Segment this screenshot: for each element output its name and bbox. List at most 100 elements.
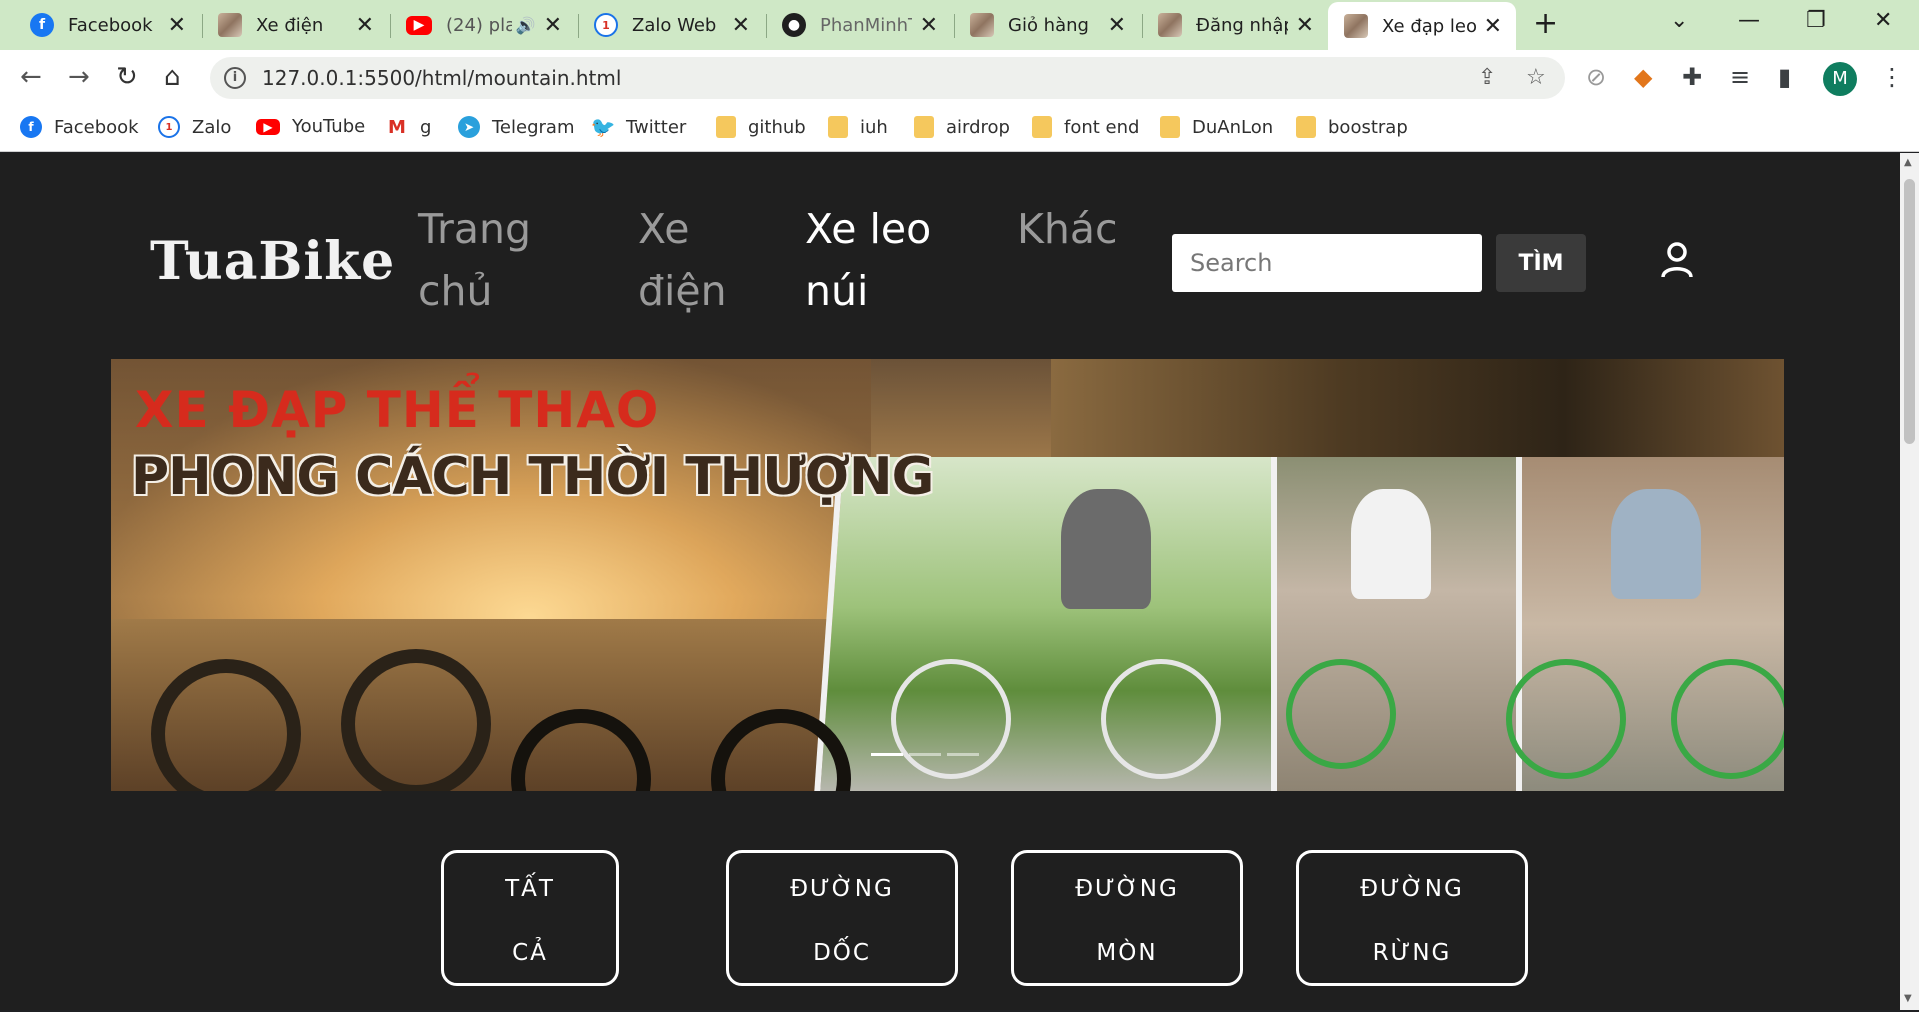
bookmark-twitter[interactable]: 🐦 Twitter — [590, 115, 687, 139]
tab-xe-dien[interactable]: Xe điện ✕ — [192, 4, 388, 46]
bookmark-folder-duanlon[interactable]: DuAnLon — [1160, 116, 1273, 138]
search-button[interactable]: TÌM — [1496, 234, 1586, 292]
side-panel-icon[interactable]: ▮ — [1778, 63, 1791, 91]
tab-dang-nhap[interactable]: Đăng nhập ✕ — [1132, 4, 1328, 46]
close-icon[interactable]: ✕ — [732, 13, 750, 38]
nav-link-xe-leo-nui[interactable]: Xe leo núi — [805, 198, 965, 322]
tab-search-icon[interactable]: ⌄ — [1670, 8, 1688, 33]
close-icon[interactable]: ✕ — [168, 13, 186, 38]
bookmark-folder-font-end[interactable]: font end — [1032, 116, 1139, 138]
gmail-icon: M — [386, 116, 408, 138]
new-tab-button[interactable]: + — [1533, 6, 1558, 41]
close-icon[interactable]: ✕ — [544, 13, 562, 38]
nav-link-khac[interactable]: Khác — [1017, 198, 1177, 260]
url-text[interactable]: 127.0.0.1:5500/html/mountain.html — [262, 66, 621, 90]
folder-icon — [716, 116, 736, 138]
tab-zalo[interactable]: 1 Zalo Web ✕ — [568, 4, 764, 46]
page-scrollbar[interactable]: ▲ ▼ — [1900, 153, 1919, 1010]
bookmark-gmail[interactable]: Mg — [386, 116, 431, 138]
bookmark-label: boostrap — [1328, 116, 1408, 138]
bookmark-star-icon[interactable]: ☆ — [1526, 65, 1546, 90]
bookmark-youtube[interactable]: ▶ YouTube — [256, 116, 365, 137]
metamask-icon[interactable]: ◆ — [1634, 63, 1652, 91]
folder-icon — [1296, 116, 1316, 138]
bookmark-facebook[interactable]: f Facebook — [20, 116, 139, 138]
hero-banner: XE ĐẠP THỂ THAO PHONG CÁCH THỜI THƯỢNG — [111, 359, 1784, 791]
youtube-icon: ▶ — [256, 118, 280, 135]
zalo-icon: 1 — [158, 116, 180, 138]
close-icon[interactable]: ✕ — [1484, 14, 1502, 39]
site-info-icon[interactable]: i — [224, 67, 246, 89]
media-queue-icon[interactable]: ≡ — [1730, 63, 1750, 91]
search-input[interactable] — [1172, 234, 1482, 292]
rider-figure — [1611, 489, 1701, 599]
tab-xe-dap-leo-nui[interactable]: Xe đạp leo ✕ — [1328, 2, 1516, 50]
rider-figure — [1351, 489, 1431, 599]
filter-label-line: CẢ — [512, 940, 548, 966]
filter-label-line: MÒN — [1096, 940, 1158, 966]
close-icon[interactable]: ✕ — [920, 13, 938, 38]
close-icon[interactable]: ✕ — [1296, 13, 1314, 38]
bookmark-label: Twitter — [626, 116, 687, 138]
tab-title: Xe đạp leo — [1382, 15, 1476, 37]
bookmark-folder-github[interactable]: github — [716, 116, 806, 138]
facebook-icon: f — [30, 13, 54, 37]
twitter-icon: 🐦 — [590, 115, 616, 139]
bookmark-folder-boostrap[interactable]: boostrap — [1296, 116, 1408, 138]
close-icon[interactable]: ✕ — [356, 13, 374, 38]
tab-github[interactable]: ● PhanMinhT ✕ — [756, 4, 952, 46]
nav-link-line: Xe leo — [805, 205, 932, 253]
user-icon[interactable] — [1660, 241, 1694, 279]
minimize-button[interactable]: — — [1738, 8, 1760, 33]
profile-avatar[interactable]: M — [1823, 62, 1857, 96]
scroll-up-arrow-icon[interactable]: ▲ — [1904, 157, 1912, 168]
extensions-icon[interactable]: ✚ — [1682, 63, 1702, 91]
filter-label-line: ĐƯỜNG — [1075, 876, 1179, 902]
window-close-button[interactable]: ✕ — [1874, 8, 1892, 33]
filter-button-duong-doc[interactable]: ĐƯỜNG DỐC — [726, 850, 958, 986]
carousel-indicator[interactable] — [909, 753, 941, 756]
speaker-icon[interactable]: 🔊 — [516, 16, 536, 35]
filter-button-duong-mon[interactable]: ĐƯỜNG MÒN — [1011, 850, 1243, 986]
nav-link-trang-chu[interactable]: Trang chủ — [418, 198, 578, 322]
close-icon[interactable]: ✕ — [1108, 13, 1126, 38]
banner-headline: XE ĐẠP THỂ THAO — [135, 381, 660, 439]
bookmark-folder-airdrop[interactable]: airdrop — [914, 116, 1010, 138]
site-logo[interactable]: TuaBike — [150, 231, 395, 292]
scrollbar-thumb[interactable] — [1904, 179, 1915, 444]
bookmark-label: airdrop — [946, 116, 1010, 138]
restore-button[interactable]: ❐ — [1806, 8, 1826, 33]
menu-icon[interactable]: ⋮ — [1880, 63, 1904, 91]
tab-title: Zalo Web — [632, 14, 717, 36]
forward-button[interactable]: → — [68, 62, 90, 92]
folder-icon — [914, 116, 934, 138]
bookmarks-bar: f Facebook 1 Zalo ▶ YouTube Mg ➤ Telegram 🐦 T… — [0, 106, 1919, 152]
carousel-indicator[interactable] — [947, 753, 979, 756]
bookmark-label: DuAnLon — [1192, 116, 1274, 138]
carousel-indicators — [871, 753, 979, 756]
carousel-indicator-active[interactable] — [871, 753, 903, 756]
bookmark-zalo[interactable]: 1 Zalo — [158, 116, 231, 138]
nav-link-line: Khác — [1017, 205, 1118, 253]
back-button[interactable]: ← — [20, 62, 42, 92]
tab-title: Đăng nhập — [1196, 14, 1288, 36]
filter-label-line: ĐƯỜNG — [790, 876, 894, 902]
bookmark-label: g — [420, 116, 432, 138]
share-icon[interactable]: ⇪ — [1478, 65, 1496, 90]
address-bar[interactable]: i 127.0.0.1:5500/html/mountain.html ⇪ ☆ — [210, 57, 1565, 99]
bookmark-folder-iuh[interactable]: iuh — [828, 116, 888, 138]
tab-youtube[interactable]: ▶ (24) pla 🔊 ✕ — [380, 4, 576, 46]
tab-facebook[interactable]: f Facebook ✕ — [4, 4, 200, 46]
filter-button-tat-ca[interactable]: TẤT CẢ — [441, 850, 619, 986]
site-favicon-icon — [970, 13, 994, 37]
home-button[interactable]: ⌂ — [164, 62, 181, 92]
reload-button[interactable]: ↻ — [116, 62, 138, 92]
filter-button-duong-rung[interactable]: ĐƯỜNG RỪNG — [1296, 850, 1528, 986]
bookmark-telegram[interactable]: ➤ Telegram — [458, 116, 574, 138]
youtube-icon: ▶ — [406, 15, 432, 35]
compass-icon[interactable]: ⊘ — [1586, 63, 1606, 91]
scroll-down-arrow-icon[interactable]: ▼ — [1904, 993, 1912, 1004]
tab-gio-hang[interactable]: Giỏ hàng ✕ — [944, 4, 1140, 46]
nav-link-xe-dien[interactable]: Xe điện — [638, 198, 798, 322]
banner-subheadline: PHONG CÁCH THỜI THƯỢNG — [131, 447, 934, 507]
